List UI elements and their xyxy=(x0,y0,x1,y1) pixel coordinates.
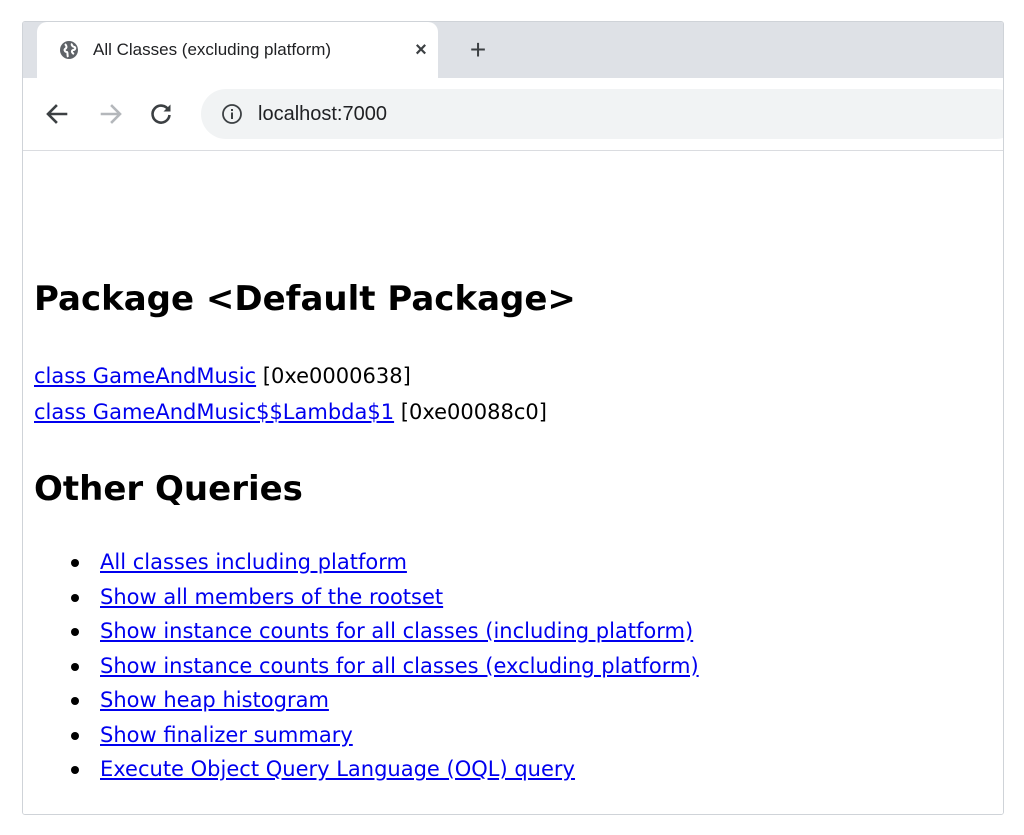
reload-icon[interactable] xyxy=(147,100,175,128)
bullet-icon xyxy=(71,593,79,602)
tab-strip: All Classes (excluding platform) × + xyxy=(23,22,1003,78)
bullet-icon xyxy=(71,766,79,774)
arrow-left-icon[interactable] xyxy=(43,100,71,128)
bullet-icon xyxy=(71,731,79,740)
toolbar: localhost:7000 xyxy=(23,78,1003,151)
globe-icon xyxy=(59,40,79,60)
tab-title-fade xyxy=(363,36,403,64)
plus-icon[interactable]: + xyxy=(464,36,492,64)
query-link-oql[interactable]: Execute Object Query Language (OQL) quer… xyxy=(100,756,575,782)
address-bar[interactable]: localhost:7000 xyxy=(201,89,1003,139)
query-link-instance-counts-excluding[interactable]: Show instance counts for all classes (ex… xyxy=(100,653,699,679)
bullet-icon xyxy=(71,662,79,671)
info-icon[interactable] xyxy=(221,103,243,125)
page-content: Package <Default Package> class GameAndM… xyxy=(23,151,1003,814)
query-link-rootset[interactable]: Show all members of the rootset xyxy=(100,584,443,610)
other-queries-heading: Other Queries xyxy=(34,469,303,509)
bullet-icon xyxy=(71,628,79,636)
tab-title: All Classes (excluding platform) xyxy=(93,40,332,59)
bullet-icon xyxy=(71,697,79,705)
query-link-all-classes[interactable]: All classes including platform xyxy=(100,549,407,575)
class-entry: class GameAndMusic$$Lambda$1 [0xe00088c0… xyxy=(34,399,547,425)
query-link-finalizer-summary[interactable]: Show finalizer summary xyxy=(100,722,353,748)
class-link[interactable]: class GameAndMusic$$Lambda$1 xyxy=(34,400,394,424)
class-address: [0xe00088c0] xyxy=(400,400,547,424)
browser-window: All Classes (excluding platform) × + loc… xyxy=(22,21,1004,815)
bullet-icon xyxy=(71,559,79,567)
class-entry: class GameAndMusic [0xe0000638] xyxy=(34,363,411,389)
query-link-heap-histogram[interactable]: Show heap histogram xyxy=(100,687,329,713)
query-link-instance-counts-including[interactable]: Show instance counts for all classes (in… xyxy=(100,618,693,644)
active-tab[interactable]: All Classes (excluding platform) × xyxy=(37,22,438,78)
url-text[interactable]: localhost:7000 xyxy=(258,102,387,126)
class-address: [0xe0000638] xyxy=(262,364,411,388)
class-link[interactable]: class GameAndMusic xyxy=(34,364,256,388)
package-heading: Package <Default Package> xyxy=(34,279,576,319)
arrow-right-icon[interactable] xyxy=(97,100,125,128)
close-icon[interactable]: × xyxy=(409,38,433,62)
